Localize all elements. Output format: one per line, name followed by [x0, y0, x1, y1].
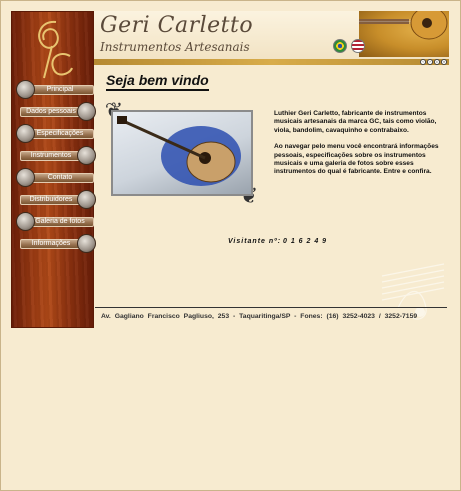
- header-strip: ‹ › • ×: [94, 59, 449, 65]
- sidebar-item-label: Contato: [47, 174, 73, 181]
- guitar-photo: [111, 110, 253, 196]
- site-header: Geri Carletto Instrumentos Artesanais: [94, 6, 449, 59]
- camera-icon: [16, 212, 35, 231]
- usa-flag-icon[interactable]: [351, 39, 365, 53]
- gc-logo: [26, 16, 78, 84]
- visitor-label: Visitante nº:: [228, 238, 282, 245]
- intro-paragraph-2: Ao navegar pelo menu você encontrará inf…: [274, 143, 439, 176]
- portrait-icon: [77, 102, 96, 121]
- header-guitar-image: [359, 6, 449, 57]
- photo-frame: ❦ ❦: [103, 98, 260, 208]
- sidebar-item-label: Galeria de fotos: [35, 218, 85, 225]
- sidebar-item-label: Instrumentos: [30, 152, 72, 159]
- site-subtitle: Instrumentos Artesanais: [100, 40, 250, 54]
- sidebar-item-principal[interactable]: Principal: [16, 80, 98, 99]
- envelope-icon: [16, 168, 35, 187]
- guitar-icon: [16, 80, 35, 99]
- nav-buttons: ‹ › • ×: [420, 59, 447, 65]
- footer-divider: [95, 307, 447, 308]
- sidebar-item-galeria-de-fotos[interactable]: Galeria de fotos: [16, 212, 98, 231]
- sidebar-item-label: Dados pessoais: [26, 108, 76, 115]
- sidebar-item-label: Informações: [31, 240, 71, 247]
- back-button-icon[interactable]: ‹: [420, 59, 426, 65]
- brazil-flag-icon[interactable]: [333, 39, 347, 53]
- sidebar-item-label: Especificações: [36, 130, 84, 137]
- guitar-icon: [16, 124, 35, 143]
- home-button-icon[interactable]: •: [434, 59, 440, 65]
- forward-button-icon[interactable]: ›: [427, 59, 433, 65]
- intro-paragraph-1: Luthier Geri Carletto, fabricante de ins…: [274, 110, 437, 134]
- sidebar-item-especificacoes[interactable]: Especificações: [16, 124, 98, 143]
- guitar-icon: [77, 190, 96, 209]
- intro-text: Luthier Geri Carletto, fabricante de ins…: [274, 110, 444, 185]
- visitor-count: 0 1 6 2 4 9: [282, 238, 328, 245]
- sidebar-item-dados-pessoais[interactable]: Dados pessoais: [16, 102, 98, 121]
- site-title: Geri Carletto: [100, 13, 254, 38]
- footer-address: Av. Gagliano Francisco Pagliuso, 253 - T…: [101, 313, 418, 320]
- sidebar-item-label: Distribuidores: [29, 196, 73, 203]
- close-button-icon[interactable]: ×: [441, 59, 447, 65]
- sidebar-item-distribuidores[interactable]: Distribuidores: [16, 190, 98, 209]
- guitar-illustration-icon: [359, 6, 448, 40]
- sidebar-item-informacoes[interactable]: Informações: [16, 234, 98, 253]
- sidebar-item-contato[interactable]: Contato: [16, 168, 98, 187]
- visitor-counter: Visitante nº: 0 1 6 2 4 9: [228, 238, 327, 245]
- info-icon: [77, 234, 96, 253]
- welcome-heading: Seja bem vindo: [106, 72, 209, 91]
- sidebar-item-instrumentos[interactable]: Instrumentos: [16, 146, 98, 165]
- guitar-icon: [77, 146, 96, 165]
- sidebar-item-label: Principal: [46, 86, 74, 93]
- sidebar: Principal Dados pessoais Especificações …: [11, 11, 96, 328]
